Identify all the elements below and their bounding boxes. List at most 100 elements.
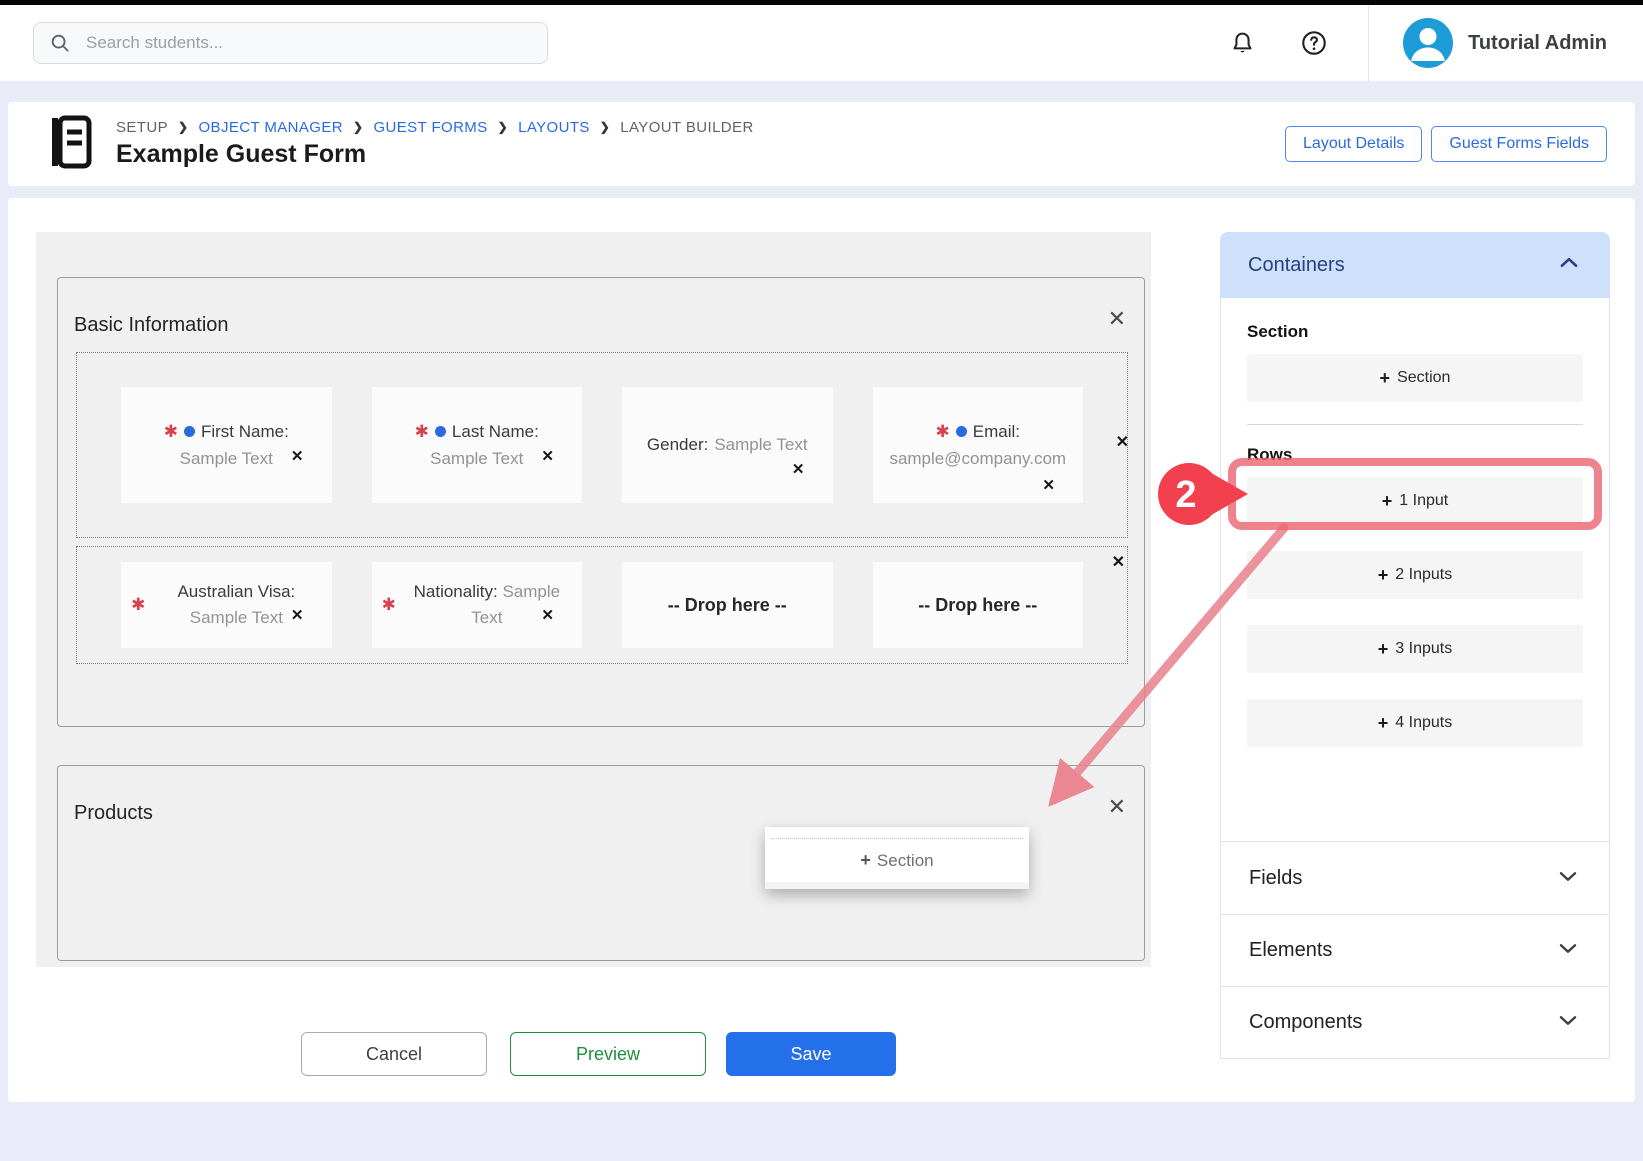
remove-row-icon[interactable]: ✕: [1116, 435, 1129, 451]
required-asterisk-icon: ✱: [164, 422, 178, 442]
add-4-inputs-row-button[interactable]: + 4 Inputs: [1247, 699, 1583, 747]
plus-icon: +: [1380, 368, 1391, 389]
field-label: Email:: [973, 422, 1020, 442]
remove-row-icon[interactable]: ✕: [1112, 555, 1125, 571]
drop-here-label: -- Drop here --: [668, 595, 787, 616]
dragged-section-element[interactable]: + Section: [765, 827, 1029, 889]
layout-details-button[interactable]: Layout Details: [1285, 126, 1422, 162]
plus-icon: +: [1378, 639, 1389, 660]
field-card-last-name[interactable]: ✱ Last Name: Sample Text ✕: [372, 387, 583, 503]
layout-builder-main: Basic Information ✕ ✱ First Name: Sample…: [8, 198, 1635, 1102]
breadcrumb-separator-icon: ❯: [600, 120, 610, 134]
field-sample-value: Sample Text: [430, 449, 523, 469]
annotation-step-number: 2: [1175, 474, 1196, 516]
required-asterisk-icon: ✱: [382, 595, 396, 615]
plus-icon: +: [1378, 713, 1389, 734]
breadcrumb-separator-icon: ❯: [498, 120, 508, 134]
add-3-inputs-row-button[interactable]: + 3 Inputs: [1247, 625, 1583, 673]
field-label: Nationality:: [414, 582, 498, 601]
save-button[interactable]: Save: [726, 1032, 896, 1076]
notifications-bell-icon[interactable]: [1229, 30, 1256, 57]
remove-field-icon[interactable]: ✕: [541, 449, 554, 464]
breadcrumb-guest-forms[interactable]: GUEST FORMS: [373, 119, 487, 136]
form-row: ✱ Australian Visa: Sample Text ✕ ✱ Natio…: [76, 546, 1128, 664]
sidebar-divider: [1247, 424, 1583, 425]
layout-builder-icon: [48, 114, 94, 175]
breadcrumb-layouts[interactable]: LAYOUTS: [518, 119, 590, 136]
rows-group-heading: Rows: [1247, 445, 1583, 465]
chevron-up-icon: [1556, 250, 1582, 281]
plus-icon: +: [860, 850, 871, 871]
required-asterisk-icon: ✱: [131, 595, 145, 615]
field-card-first-name[interactable]: ✱ First Name: Sample Text ✕: [121, 387, 332, 503]
add-1-input-row-button[interactable]: + 1 Input: [1247, 477, 1583, 525]
breadcrumb: SETUP ❯ OBJECT MANAGER ❯ GUEST FORMS ❯ L…: [116, 119, 754, 136]
chevron-down-icon: [1555, 935, 1581, 966]
containers-panel-body: Section + Section Rows + 1 Input + 2 Inp…: [1220, 298, 1610, 842]
remove-field-icon[interactable]: ✕: [1042, 478, 1055, 493]
breadcrumb-layout-builder: LAYOUT BUILDER: [620, 119, 753, 136]
window-top-strip: [0, 0, 1643, 5]
page-header-card: SETUP ❯ OBJECT MANAGER ❯ GUEST FORMS ❯ L…: [8, 102, 1635, 186]
guest-forms-fields-button[interactable]: Guest Forms Fields: [1431, 126, 1607, 162]
add-section-button[interactable]: + Section: [1247, 354, 1583, 402]
topbar-divider: [1368, 5, 1369, 81]
top-bar: Tutorial Admin: [0, 5, 1643, 81]
field-dot-icon: [435, 426, 446, 437]
panel-components-header[interactable]: Components: [1221, 986, 1609, 1058]
section-close-icon[interactable]: ✕: [1108, 308, 1126, 330]
remove-field-icon[interactable]: ✕: [291, 449, 304, 464]
add-2-inputs-row-button[interactable]: + 2 Inputs: [1247, 551, 1583, 599]
search-input[interactable]: [84, 32, 532, 54]
chevron-down-icon: [1555, 1007, 1581, 1038]
panel-fields-header[interactable]: Fields: [1221, 842, 1609, 914]
field-label: Australian Visa:: [177, 582, 295, 601]
field-card-nationality[interactable]: ✱ Nationality: Sample Text ✕: [372, 562, 583, 648]
remove-field-icon[interactable]: ✕: [291, 608, 304, 623]
remove-field-icon[interactable]: ✕: [792, 462, 805, 477]
panel-containers-header[interactable]: Containers: [1220, 232, 1610, 298]
help-icon[interactable]: [1300, 29, 1328, 57]
cancel-button[interactable]: Cancel: [301, 1032, 487, 1076]
remove-field-icon[interactable]: ✕: [541, 608, 554, 623]
field-label: Gender:: [647, 435, 708, 455]
field-sample-value: Sample Text: [180, 449, 273, 469]
field-card-gender[interactable]: Gender: Sample Text ✕: [622, 387, 833, 503]
field-label: First Name:: [201, 422, 289, 442]
drop-zone[interactable]: -- Drop here --: [622, 562, 833, 648]
field-dot-icon: [184, 426, 195, 437]
field-card-australian-visa[interactable]: ✱ Australian Visa: Sample Text ✕: [121, 562, 332, 648]
field-sample-value: Sample Text: [190, 608, 283, 627]
plus-icon: +: [1382, 491, 1393, 512]
section-group-heading: Section: [1247, 322, 1583, 342]
required-asterisk-icon: ✱: [936, 422, 950, 442]
page-title: Example Guest Form: [116, 140, 754, 169]
section-close-icon[interactable]: ✕: [1108, 796, 1126, 818]
panel-containers-title: Containers: [1248, 254, 1345, 277]
section-title: Products: [74, 802, 153, 825]
breadcrumb-setup: SETUP: [116, 119, 168, 136]
drag-card-footer: [765, 882, 1029, 889]
avatar[interactable]: [1403, 18, 1453, 68]
plus-icon: +: [1378, 565, 1389, 586]
search-box[interactable]: [33, 22, 548, 64]
panel-elements-header[interactable]: Elements: [1221, 914, 1609, 986]
section-title: Basic Information: [74, 314, 229, 337]
user-menu[interactable]: Tutorial Admin: [1403, 18, 1607, 68]
preview-button[interactable]: Preview: [510, 1032, 706, 1076]
breadcrumb-object-manager[interactable]: OBJECT MANAGER: [198, 119, 343, 136]
section-basic-information: Basic Information ✕ ✱ First Name: Sample…: [57, 277, 1145, 727]
breadcrumb-separator-icon: ❯: [353, 120, 363, 134]
sidebar-accordion: Fields Elements Components: [1220, 842, 1610, 1059]
field-card-email[interactable]: ✱ Email: sample@company.com ✕: [873, 387, 1084, 503]
field-dot-icon: [956, 426, 967, 437]
field-label: Last Name:: [452, 422, 539, 442]
field-sample-value: sample@company.com: [889, 449, 1066, 469]
user-name: Tutorial Admin: [1468, 32, 1607, 55]
form-row: ✱ First Name: Sample Text ✕ ✱ Last Name:…: [76, 352, 1128, 538]
drop-zone[interactable]: -- Drop here --: [873, 562, 1084, 648]
required-asterisk-icon: ✱: [415, 422, 429, 442]
drag-card-label: Section: [877, 851, 934, 871]
field-sample-value: Sample Text: [714, 435, 807, 455]
chevron-down-icon: [1555, 863, 1581, 894]
